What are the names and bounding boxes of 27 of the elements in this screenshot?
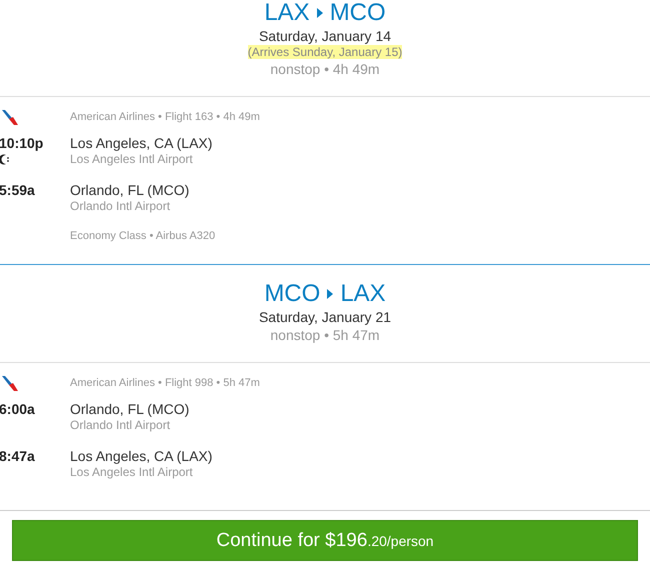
city-name: Orlando, FL (MCO) bbox=[70, 400, 190, 418]
trip-summary: nonstop • 4h 49m bbox=[269, 60, 381, 78]
airport-name: Los Angeles Intl Airport bbox=[70, 152, 194, 167]
origin-code: LAX bbox=[264, 0, 310, 26]
airline-logo-icon bbox=[2, 375, 18, 391]
arrow-icon bbox=[316, 7, 324, 19]
continue-button[interactable]: Continue for $196.20/person bbox=[12, 520, 638, 561]
airport-name: Orlando Intl Airport bbox=[70, 199, 172, 214]
arrow-icon bbox=[326, 288, 334, 300]
city-name: Los Angeles, CA (LAX) bbox=[70, 134, 212, 152]
destination-code: LAX bbox=[340, 281, 386, 307]
departure-date: Saturday, January 21 bbox=[258, 308, 392, 326]
airport-name: Orlando Intl Airport bbox=[70, 418, 172, 433]
airport-name: Los Angeles Intl Airport bbox=[70, 465, 194, 480]
airline-logo-icon bbox=[2, 109, 18, 125]
origin-code: MCO bbox=[264, 281, 320, 307]
flight-info: American Airlines • Flight 163 • 4h 49m bbox=[70, 110, 260, 125]
city-name: Orlando, FL (MCO) bbox=[70, 181, 190, 199]
flight-info: American Airlines • Flight 998 • 5h 47m bbox=[70, 376, 260, 391]
city-name: Los Angeles, CA (LAX) bbox=[70, 447, 212, 465]
moon-icon bbox=[0, 154, 10, 165]
destination-code: MCO bbox=[330, 0, 386, 26]
cabin-info: Economy Class • Airbus A320 bbox=[70, 229, 216, 244]
departure-date: Saturday, January 14 bbox=[258, 27, 392, 45]
flight-time: 10:10p bbox=[0, 134, 44, 152]
trip-summary: nonstop • 5h 47m bbox=[269, 326, 381, 344]
arrival-note: (Arrives Sunday, January 15) bbox=[248, 45, 402, 59]
